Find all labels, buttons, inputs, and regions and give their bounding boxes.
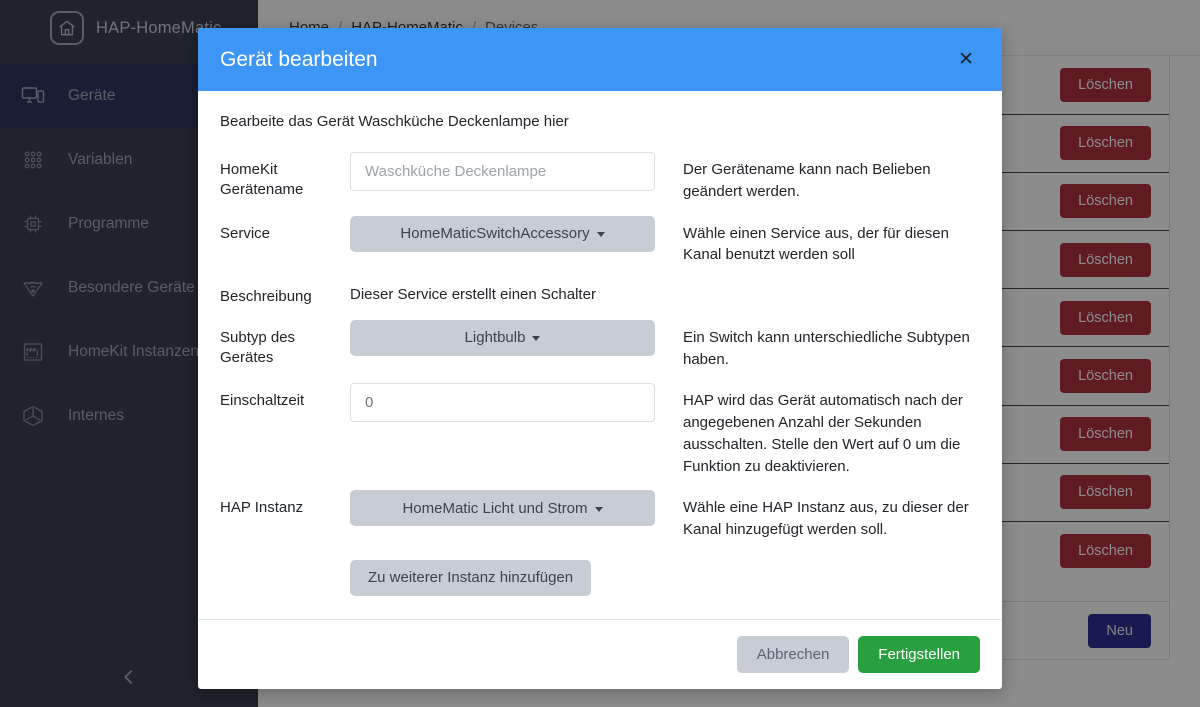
field-control <box>350 152 655 191</box>
text-input[interactable] <box>350 383 655 423</box>
form-row: HAP Instanz HomeMatic Licht und Strom Wähl… <box>220 490 980 541</box>
form-row: Einschaltzeit HAP wird das Gerät automati… <box>220 383 980 477</box>
select-value: Lightbulb <box>464 329 526 347</box>
select-dropdown[interactable]: HomeMaticSwitchAccessory <box>350 215 655 252</box>
form-row: HomeKit Gerätename Der Gerätename kann na… <box>220 152 980 203</box>
confirm-button[interactable]: Fertigstellen <box>858 635 980 673</box>
select-value: HomeMatic Licht und Strom <box>402 499 588 517</box>
field-control: Lightbulb <box>350 319 655 356</box>
chevron-down-icon <box>594 506 603 512</box>
add-to-another-instance-button[interactable]: Zu weiterer Instanz hinzufügen <box>350 559 592 596</box>
dialog-title: Gerät bearbeiten <box>220 47 378 71</box>
field-help-text: Wähle einen Service aus, der für diesen … <box>683 224 949 264</box>
field-label: HAP Instanz <box>220 499 304 517</box>
add-instance-row: Zu weiterer Instanz hinzufügen <box>220 554 980 596</box>
close-icon[interactable]: ✕ <box>952 46 980 73</box>
dialog-fields: HomeKit Gerätename Der Gerätename kann na… <box>220 152 980 541</box>
form-row: Beschreibung Dieser Service erstellt eine… <box>220 279 980 307</box>
field-help-text: Der Gerätename kann nach Belieben geände… <box>683 161 931 200</box>
select-value: HomeMaticSwitchAccessory <box>400 225 590 242</box>
add-instance-control: Zu weiterer Instanz hinzufügen <box>350 554 655 596</box>
field-help-text: Wähle eine HAP Instanz aus, zu dieser de… <box>683 499 969 539</box>
field-label: Subtyp des Gerätes <box>220 328 296 366</box>
select-dropdown[interactable]: HomeMatic Licht und Strom <box>350 490 655 527</box>
spacer-label <box>220 554 350 562</box>
field-help-text: HAP wird das Gerät automatisch nach der … <box>683 392 963 475</box>
dialog-footer: Abbrechen Fertigstellen <box>198 618 1002 689</box>
edit-device-dialog: Gerät bearbeiten ✕ Bearbeite das Gerät W… <box>198 28 1002 689</box>
field-control: HomeMatic Licht und Strom <box>350 490 655 527</box>
chevron-down-icon <box>596 232 605 237</box>
field-label: Beschreibung <box>220 288 312 305</box>
field-help-text <box>655 279 980 286</box>
field-help-text: Ein Switch kann unterschiedliche Subtype… <box>683 328 970 368</box>
field-label: Service <box>220 224 271 242</box>
field-control: HomeMaticSwitchAccessory <box>350 215 655 252</box>
field-label: Einschaltzeit <box>220 392 305 410</box>
field-control <box>350 383 655 423</box>
form-row: Service HomeMaticSwitchAccessory Wähle ein… <box>220 215 980 267</box>
dialog-header: Gerät bearbeiten ✕ <box>198 28 1002 91</box>
field-label: HomeKit Gerätename <box>220 161 304 198</box>
form-row: Subtyp des Gerätes Lightbulb Ein Switch ka… <box>220 319 980 371</box>
dialog-body: Bearbeite das Gerät Waschküche Deckenlam… <box>198 91 1002 619</box>
chevron-down-icon <box>532 336 541 342</box>
dialog-intro-text: Bearbeite das Gerät Waschküche Deckenlam… <box>220 113 569 130</box>
field-control: Dieser Service erstellt einen Schalter <box>350 279 655 303</box>
select-dropdown[interactable]: Lightbulb <box>350 319 655 356</box>
text-input[interactable] <box>350 152 655 191</box>
cancel-button[interactable]: Abbrechen <box>736 635 850 673</box>
spacer-help <box>655 554 980 561</box>
